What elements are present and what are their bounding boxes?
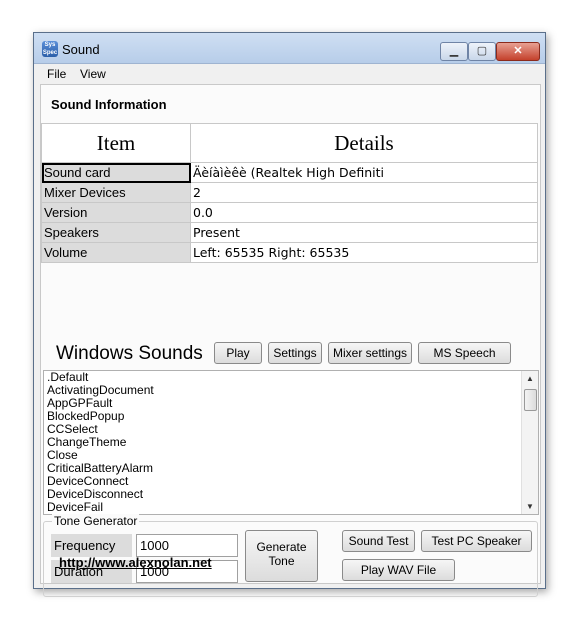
row-value[interactable]: Left: 65535 Right: 65535 — [190, 242, 538, 263]
mixer-settings-button[interactable]: Mixer settings — [328, 342, 412, 364]
scroll-thumb[interactable] — [524, 389, 537, 411]
play-wav-file-button[interactable]: Play WAV File — [342, 559, 455, 581]
tone-generator-legend: Tone Generator — [52, 514, 140, 528]
ms-speech-button[interactable]: MS Speech — [418, 342, 511, 364]
maximize-button[interactable]: ▢ — [468, 42, 496, 61]
header-details: Details — [190, 123, 538, 163]
settings-button[interactable]: Settings — [268, 342, 322, 364]
close-button[interactable]: ✕ — [496, 42, 540, 61]
menu-bar: File View — [34, 64, 545, 84]
menu-file[interactable]: File — [47, 67, 66, 81]
title-bar[interactable]: Sys Spec Sound ▁ ▢ ✕ — [34, 33, 545, 64]
row-key[interactable]: Sound card — [41, 162, 191, 183]
row-value[interactable]: 0.0 — [190, 202, 538, 223]
frequency-input[interactable]: 1000 — [136, 534, 238, 557]
generate-tone-button[interactable]: Generate Tone — [245, 530, 318, 582]
row-key[interactable]: Mixer Devices — [41, 182, 191, 203]
minimize-button[interactable]: ▁ — [440, 42, 468, 61]
windows-sounds-title: Windows Sounds — [56, 343, 203, 364]
table-row: Version 0.0 — [41, 202, 538, 223]
section-title: Sound Information — [51, 97, 167, 112]
scroll-up-arrow-icon[interactable]: ▲ — [522, 371, 538, 386]
menu-view[interactable]: View — [80, 67, 106, 81]
row-key[interactable]: Speakers — [41, 222, 191, 243]
frequency-label: Frequency — [51, 534, 132, 557]
list-item[interactable]: DeviceFail — [44, 501, 538, 514]
table-row: Sound card Äèíàìèêè (Realtek High Defini… — [41, 162, 538, 183]
table-row: Volume Left: 65535 Right: 65535 — [41, 242, 538, 263]
list-scrollbar[interactable]: ▲ ▼ — [521, 371, 538, 514]
list-item[interactable]: DeviceDisconnect — [44, 488, 538, 501]
header-item: Item — [41, 123, 191, 163]
test-pc-speaker-button[interactable]: Test PC Speaker — [421, 530, 532, 552]
sound-window: Sys Spec Sound ▁ ▢ ✕ File View Sound Inf… — [33, 32, 546, 597]
sound-info-table: Item Details Sound card Äèíàìèêè (Realte… — [41, 123, 538, 263]
scroll-down-arrow-icon[interactable]: ▼ — [522, 499, 538, 514]
windows-sounds-list[interactable]: .Default ActivatingDocument AppGPFault B… — [43, 370, 539, 515]
sound-test-button[interactable]: Sound Test — [342, 530, 415, 552]
row-key[interactable]: Volume — [41, 242, 191, 263]
list-item[interactable]: BlockedPopup — [44, 410, 538, 423]
row-key[interactable]: Version — [41, 202, 191, 223]
table-row: Speakers Present — [41, 222, 538, 243]
row-value[interactable]: Present — [190, 222, 538, 243]
row-value[interactable]: Äèíàìèêè (Realtek High Definiti — [190, 162, 538, 183]
row-value[interactable]: 2 — [190, 182, 538, 203]
play-button[interactable]: Play — [214, 342, 262, 364]
website-link[interactable]: http://www.alexnolan.net — [59, 555, 212, 570]
window-title: Sound — [62, 42, 100, 57]
list-item[interactable]: ActivatingDocument — [44, 384, 538, 397]
app-icon: Sys Spec — [42, 41, 58, 57]
main-panel: Sound Information Item Details Sound car… — [40, 84, 541, 597]
table-row: Mixer Devices 2 — [41, 182, 538, 203]
list-item[interactable]: ChangeTheme — [44, 436, 538, 449]
